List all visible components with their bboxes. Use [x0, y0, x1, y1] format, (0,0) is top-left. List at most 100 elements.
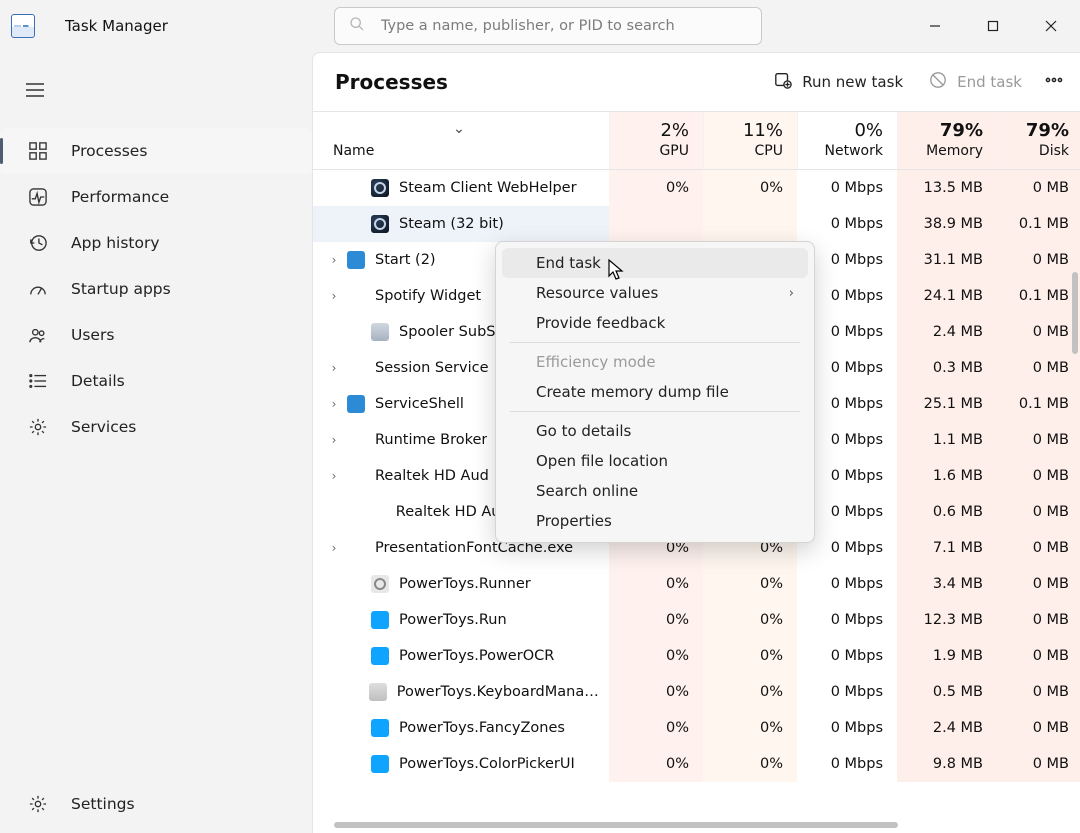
table-row[interactable]: PowerToys.PowerOCR0%0%0 Mbps1.9 MB0 MB: [313, 638, 1080, 674]
cell-mem: 13.5 MB: [897, 170, 997, 206]
nav-label: Performance: [71, 188, 169, 206]
minimize-button[interactable]: [906, 6, 964, 46]
context-item-label: Create memory dump file: [536, 383, 729, 401]
cell-net: 0 Mbps: [797, 566, 897, 602]
col-cpu[interactable]: 11% CPU: [703, 112, 797, 169]
cell-mem: 31.1 MB: [897, 242, 997, 278]
end-task-icon: [929, 71, 947, 93]
cell-mem: 2.4 MB: [897, 314, 997, 350]
context-menu: End taskResource values›Provide feedback…: [495, 241, 815, 543]
process-icon: [371, 755, 389, 773]
expand-icon[interactable]: ›: [321, 361, 347, 375]
horizontal-scrollbar[interactable]: [334, 822, 898, 828]
nav-app-history[interactable]: App history: [0, 220, 312, 266]
expand-icon[interactable]: ›: [321, 253, 347, 267]
process-icon: [347, 431, 365, 449]
nav-startup-apps[interactable]: Startup apps: [0, 266, 312, 312]
col-gpu-label: GPU: [620, 143, 689, 159]
col-disk[interactable]: 79% Disk: [997, 112, 1080, 169]
context-item[interactable]: Properties: [502, 506, 808, 536]
context-item-label: Open file location: [536, 452, 668, 470]
cell-name: Steam Client WebHelper: [313, 170, 609, 206]
run-new-task-label: Run new task: [802, 73, 903, 91]
nav-label: Services: [71, 418, 136, 436]
sidebar: Processes Performance App history Startu…: [0, 52, 312, 833]
pulse-icon: [27, 188, 49, 206]
cell-gpu: 0%: [609, 674, 703, 710]
search-input[interactable]: [379, 17, 747, 35]
titlebar: Task Manager: [0, 0, 1080, 52]
col-net-pct: 0%: [808, 120, 883, 141]
search-box[interactable]: [334, 7, 762, 45]
process-name: Session Service: [375, 360, 489, 376]
col-gpu[interactable]: 2% GPU: [609, 112, 703, 169]
nav-performance[interactable]: Performance: [0, 174, 312, 220]
cell-gpu: 0%: [609, 566, 703, 602]
process-name: PowerToys.FancyZones: [399, 720, 565, 736]
cell-mem: 38.9 MB: [897, 206, 997, 242]
cell-mem: 3.4 MB: [897, 566, 997, 602]
context-item[interactable]: Provide feedback: [502, 308, 808, 338]
process-name: PowerToys.Run: [399, 612, 507, 628]
col-mem-label: Memory: [908, 143, 983, 159]
cell-name: PowerToys.ColorPickerUI: [313, 746, 609, 782]
process-name: Runtime Broker: [375, 432, 487, 448]
col-name[interactable]: ⌄ Name: [313, 112, 609, 169]
table-row[interactable]: PowerToys.ColorPickerUI0%0%0 Mbps9.8 MB0…: [313, 746, 1080, 782]
cell-net: 0 Mbps: [797, 710, 897, 746]
expand-icon[interactable]: ›: [321, 289, 347, 303]
run-icon: [774, 71, 792, 93]
expand-icon[interactable]: ›: [321, 469, 347, 483]
nav-label: Users: [71, 326, 114, 344]
nav-details[interactable]: Details: [0, 358, 312, 404]
context-item-label: Efficiency mode: [536, 353, 656, 371]
context-item[interactable]: End task: [502, 248, 808, 278]
expand-icon[interactable]: ›: [321, 397, 347, 411]
table-row[interactable]: PowerToys.Runner0%0%0 Mbps3.4 MB0 MB: [313, 566, 1080, 602]
nav-users[interactable]: Users: [0, 312, 312, 358]
table-row[interactable]: Steam (32 bit)0 Mbps38.9 MB0.1 MB: [313, 206, 1080, 242]
col-disk-label: Disk: [1008, 143, 1069, 159]
run-new-task-button[interactable]: Run new task: [764, 65, 913, 99]
table-row[interactable]: PowerToys.Run0%0%0 Mbps12.3 MB0 MB: [313, 602, 1080, 638]
context-item[interactable]: Open file location: [502, 446, 808, 476]
context-item: Efficiency mode: [502, 347, 808, 377]
expand-icon[interactable]: ›: [321, 541, 347, 555]
context-item-label: Go to details: [536, 422, 631, 440]
nav-toggle-button[interactable]: [15, 70, 55, 110]
col-memory[interactable]: 79% Memory: [897, 112, 997, 169]
cell-mem: 0.5 MB: [897, 674, 997, 710]
context-item[interactable]: Create memory dump file: [502, 377, 808, 407]
cell-name: Steam (32 bit): [313, 206, 609, 242]
table-row[interactable]: Steam Client WebHelper0%0%0 Mbps13.5 MB0…: [313, 170, 1080, 206]
context-item[interactable]: Go to details: [502, 416, 808, 446]
page-title: Processes: [335, 70, 448, 94]
process-icon: [368, 503, 386, 521]
process-icon: [371, 179, 389, 197]
expand-icon[interactable]: ›: [321, 433, 347, 447]
process-name: PowerToys.Runner: [399, 576, 531, 592]
process-name: Steam Client WebHelper: [399, 180, 577, 196]
nav-label: Details: [71, 372, 125, 390]
context-separator: [510, 411, 800, 412]
close-button[interactable]: [1022, 6, 1080, 46]
nav-processes[interactable]: Processes: [0, 128, 312, 174]
more-button[interactable]: [1038, 64, 1070, 100]
nav-settings[interactable]: Settings: [0, 781, 312, 827]
context-item[interactable]: Resource values›: [502, 278, 808, 308]
process-icon: [371, 719, 389, 737]
cell-disk: 0 MB: [997, 710, 1080, 746]
maximize-button[interactable]: [964, 6, 1022, 46]
table-row[interactable]: PowerToys.KeyboardManager…0%0%0 Mbps0.5 …: [313, 674, 1080, 710]
cell-disk: 0 MB: [997, 242, 1080, 278]
col-network[interactable]: 0% Network: [797, 112, 897, 169]
context-item[interactable]: Search online: [502, 476, 808, 506]
col-cpu-pct: 11%: [714, 120, 783, 141]
table-row[interactable]: PowerToys.FancyZones0%0%0 Mbps2.4 MB0 MB: [313, 710, 1080, 746]
cell-mem: 24.1 MB: [897, 278, 997, 314]
end-task-button[interactable]: End task: [919, 65, 1032, 99]
vertical-scrollbar[interactable]: [1072, 272, 1078, 354]
cell-cpu: 0%: [703, 746, 797, 782]
nav-services[interactable]: Services: [0, 404, 312, 450]
cell-mem: 0.3 MB: [897, 350, 997, 386]
